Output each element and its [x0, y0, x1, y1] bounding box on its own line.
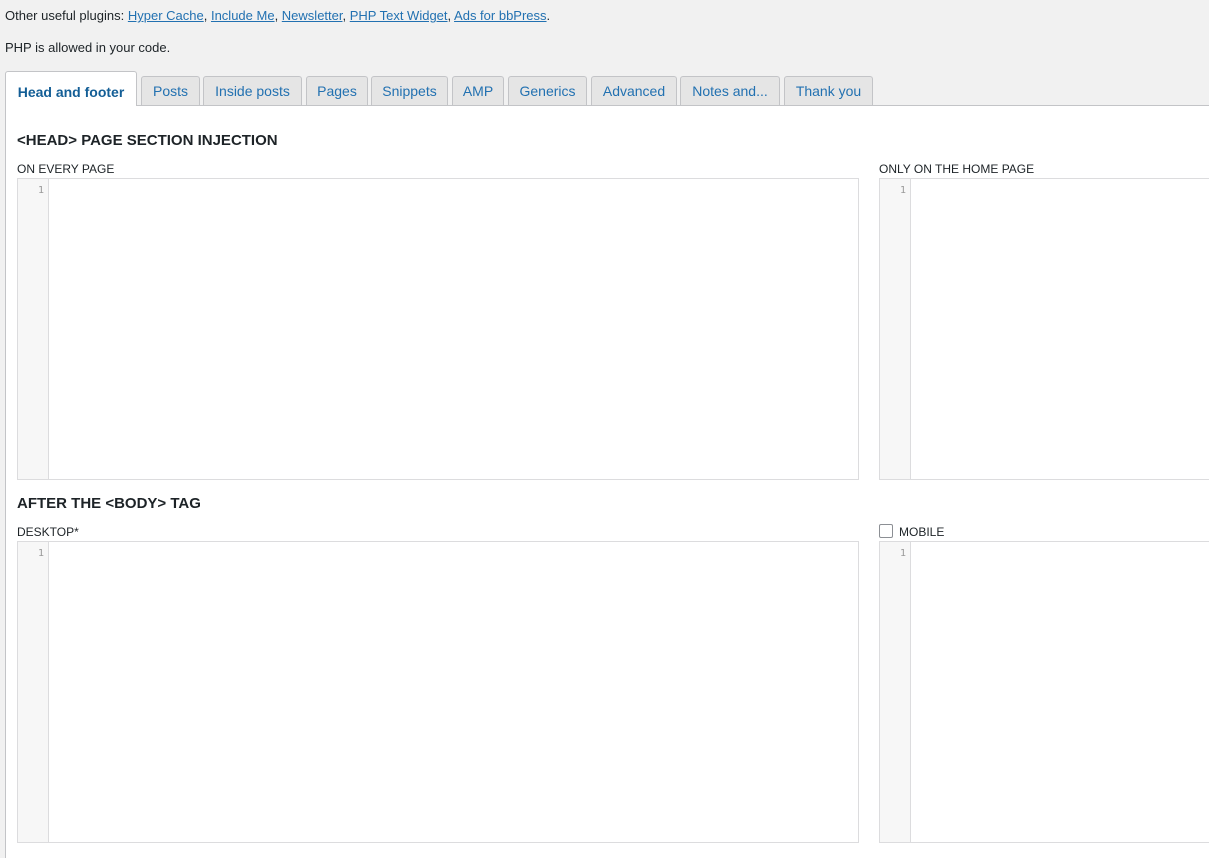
plugin-link-newsletter[interactable]: Newsletter — [282, 8, 343, 23]
desktop-label: DESKTOP* — [17, 525, 79, 539]
line-number-gutter: 1 — [880, 179, 911, 479]
line-number: 1 — [37, 185, 44, 196]
tab-bar: Head and footer Posts Inside posts Pages… — [5, 71, 1209, 106]
php-allowed-note: PHP is allowed in your code. — [5, 40, 171, 55]
tab-posts[interactable]: Posts — [141, 76, 200, 105]
tab-panel-head-and-footer: <HEAD> PAGE SECTION INJECTION ON EVERY P… — [5, 106, 1209, 858]
tab-pages[interactable]: Pages — [306, 76, 368, 105]
tab-amp[interactable]: AMP — [452, 76, 504, 105]
line-number: 1 — [899, 548, 906, 559]
line-number-gutter: 1 — [18, 542, 49, 842]
plugin-link-include-me[interactable]: Include Me — [211, 8, 275, 23]
plugin-link-php-text-widget[interactable]: PHP Text Widget — [350, 8, 448, 23]
head-home-page-editor[interactable]: 1 — [879, 178, 1209, 480]
line-number-gutter: 1 — [18, 179, 49, 479]
tab-bar-divider — [5, 105, 1209, 106]
tab-generics[interactable]: Generics — [508, 76, 587, 105]
line-number: 1 — [37, 548, 44, 559]
body-desktop-editor[interactable]: 1 — [17, 541, 859, 843]
tab-snippets[interactable]: Snippets — [371, 76, 448, 105]
body-mobile-editor[interactable]: 1 — [879, 541, 1209, 843]
body-section-title: AFTER THE <BODY> TAG — [17, 495, 201, 512]
plugin-link-hyper-cache[interactable]: Hyper Cache — [128, 8, 204, 23]
head-section-title: <HEAD> PAGE SECTION INJECTION — [17, 132, 278, 149]
tab-inside-posts[interactable]: Inside posts — [203, 76, 302, 105]
mobile-checkbox[interactable] — [879, 524, 893, 538]
line-number: 1 — [899, 185, 906, 196]
every-page-label: ON EVERY PAGE — [17, 162, 115, 176]
head-every-page-editor[interactable]: 1 — [17, 178, 859, 480]
tab-thank-you[interactable]: Thank you — [784, 76, 873, 105]
tab-advanced[interactable]: Advanced — [591, 76, 677, 105]
other-plugins-prefix: Other useful plugins: — [5, 8, 128, 23]
plugin-link-ads-for-bbpress[interactable]: Ads for bbPress — [454, 8, 547, 23]
home-page-label: ONLY ON THE HOME PAGE — [879, 162, 1035, 176]
mobile-label: MOBILE — [899, 525, 945, 539]
tab-notes[interactable]: Notes and... — [680, 76, 780, 105]
line-number-gutter: 1 — [880, 542, 911, 842]
other-plugins-line: Other useful plugins: Hyper Cache, Inclu… — [5, 8, 551, 23]
tab-head-and-footer[interactable]: Head and footer — [5, 71, 137, 106]
